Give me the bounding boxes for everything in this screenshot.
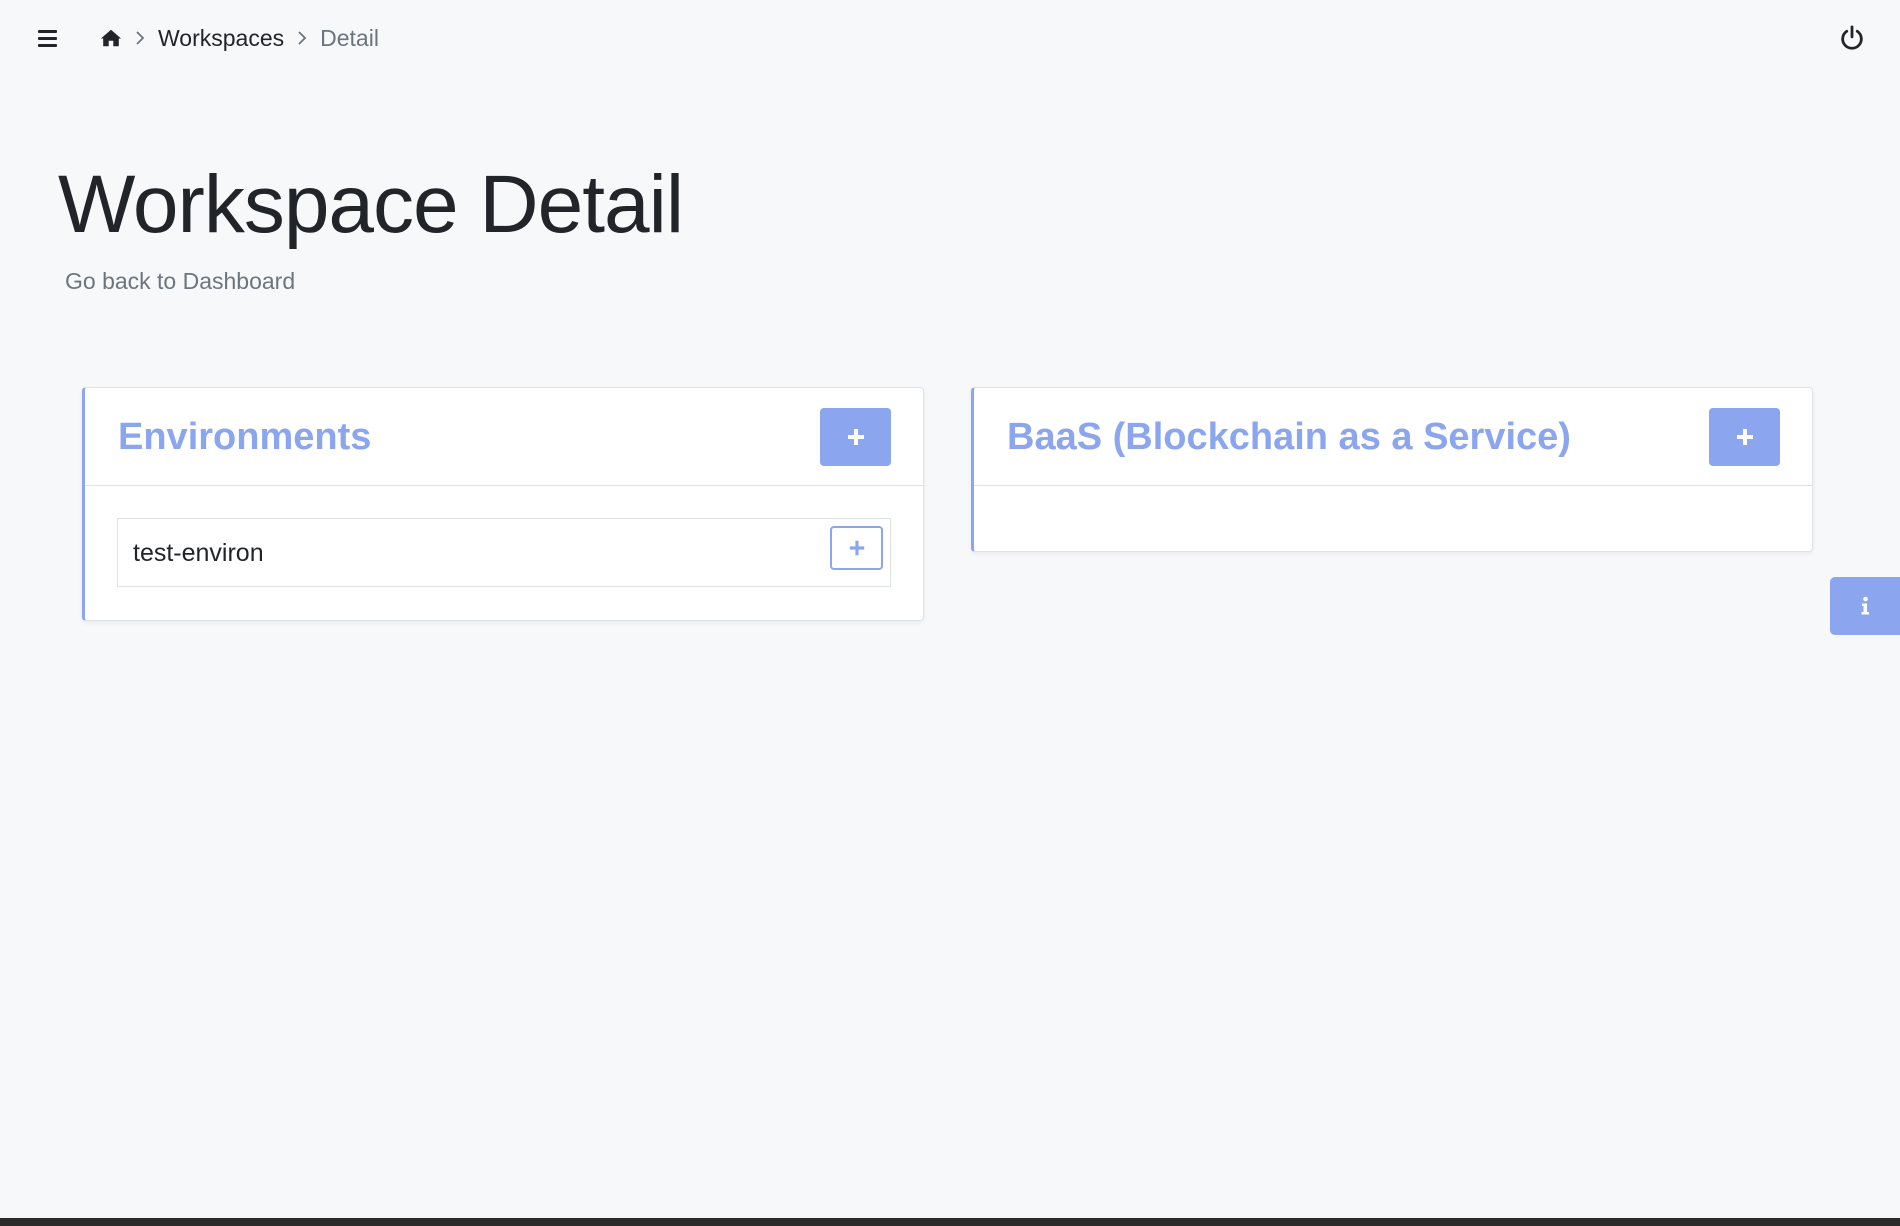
card-header: Environments: [85, 388, 923, 486]
plus-icon: [849, 540, 864, 556]
hamburger-menu-icon[interactable]: [36, 27, 60, 49]
info-button[interactable]: [1830, 577, 1900, 635]
add-to-environment-button[interactable]: [830, 526, 883, 570]
home-icon[interactable]: [100, 27, 122, 49]
breadcrumb-detail: Detail: [320, 24, 379, 51]
breadcrumb-workspaces[interactable]: Workspaces: [158, 25, 284, 52]
power-icon[interactable]: [1838, 24, 1866, 52]
environment-name: test-environ: [133, 539, 264, 567]
breadcrumb: Workspaces Detail: [100, 24, 379, 52]
bottom-bar: [0, 1218, 1900, 1226]
add-baas-button[interactable]: [1709, 408, 1780, 466]
list-item[interactable]: test-environ: [117, 518, 891, 587]
environments-card: Environments test-environ: [82, 387, 924, 621]
card-header: BaaS (Blockchain as a Service): [974, 388, 1812, 486]
top-bar: Workspaces Detail: [0, 0, 1900, 76]
environments-list: test-environ: [85, 486, 923, 619]
page-title: Workspace Detail: [58, 159, 684, 250]
chevron-right-icon: [134, 31, 146, 45]
plus-icon: [847, 429, 864, 445]
environments-title: Environments: [118, 416, 372, 458]
back-to-dashboard-link[interactable]: Go back to Dashboard: [65, 268, 295, 295]
info-icon: [1861, 596, 1869, 615]
workspace-detail-page: Workspaces Detail Workspace Detail Go ba…: [0, 0, 1900, 1226]
plus-icon: [1736, 429, 1753, 445]
baas-title: BaaS (Blockchain as a Service): [1007, 416, 1571, 458]
chevron-right-icon: [296, 31, 308, 45]
add-environment-button[interactable]: [820, 408, 891, 466]
baas-card: BaaS (Blockchain as a Service): [971, 387, 1813, 552]
baas-list: [974, 486, 1812, 550]
